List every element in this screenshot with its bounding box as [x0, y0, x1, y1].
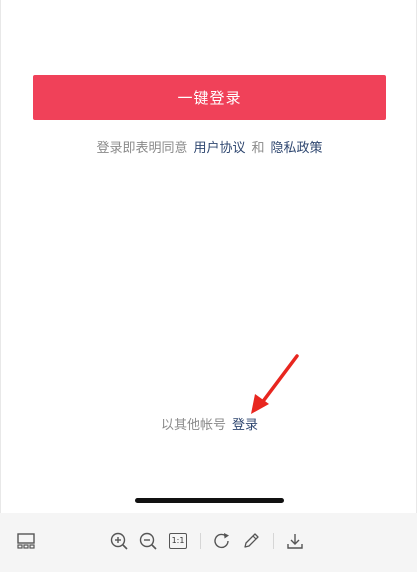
actual-size-label: 1:1 [169, 533, 187, 549]
rotate-icon[interactable] [211, 530, 233, 552]
agreement-prefix: 登录即表明同意 [96, 141, 188, 156]
other-account-login: 以其他帐号 登录 [1, 414, 417, 433]
pencil-icon[interactable] [240, 530, 262, 552]
one-click-login-button[interactable]: 一键登录 [33, 75, 386, 120]
download-icon[interactable] [284, 530, 306, 552]
viewer-toolbar: 1:1 [0, 513, 417, 572]
toolbar-divider [200, 533, 201, 549]
thumbnail-view-icon[interactable] [15, 530, 37, 552]
home-indicator [135, 498, 284, 503]
agreement-text: 登录即表明同意 用户协议和隐私政策 [1, 137, 417, 156]
phone-screen: 一键登录 登录即表明同意 用户协议和隐私政策 以其他帐号 登录 [0, 0, 417, 513]
zoom-out-icon[interactable] [137, 530, 159, 552]
zoom-in-icon[interactable] [108, 530, 130, 552]
privacy-policy-link[interactable]: 隐私政策 [271, 141, 323, 156]
viewer-frame: 一键登录 登录即表明同意 用户协议和隐私政策 以其他帐号 登录 1:1 [0, 0, 417, 572]
annotation-arrow-icon [251, 354, 299, 414]
user-agreement-link[interactable]: 用户协议 [193, 141, 245, 156]
toolbar-divider [273, 533, 274, 549]
actual-size-button[interactable]: 1:1 [167, 530, 189, 552]
other-account-text: 以其他帐号 [160, 418, 226, 433]
other-account-login-link[interactable]: 登录 [232, 418, 258, 433]
agreement-conjunction: 和 [251, 141, 265, 156]
